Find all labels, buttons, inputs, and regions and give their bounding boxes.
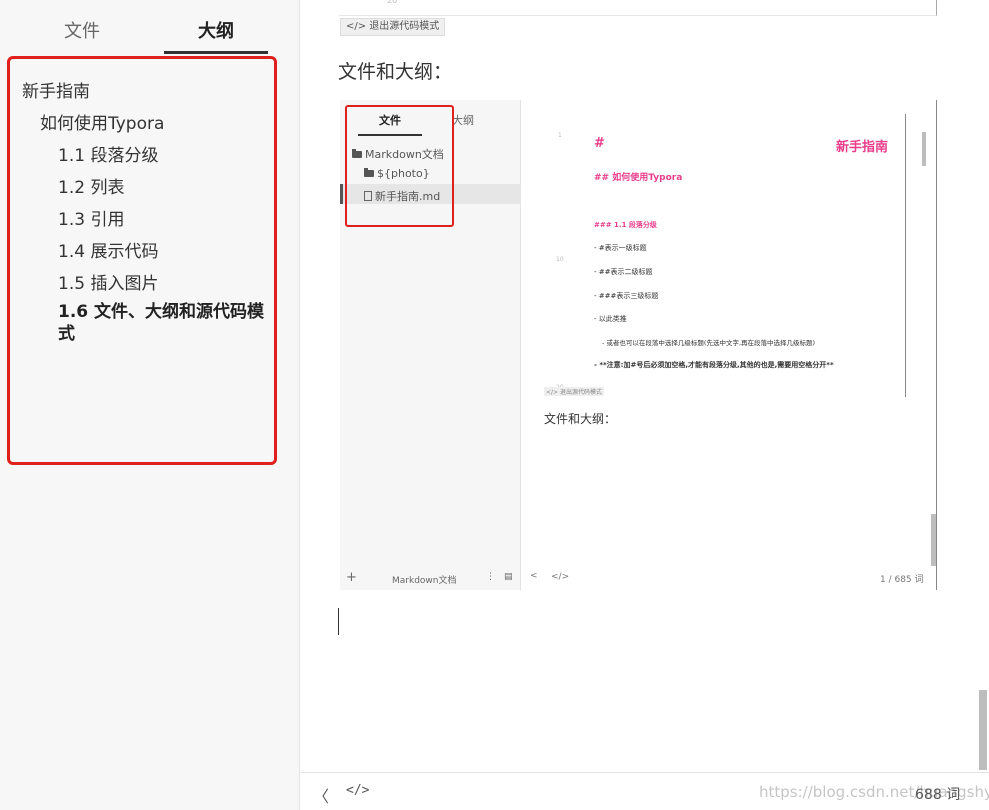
md-h2: ## 如何使用Typora xyxy=(594,173,683,183)
line-number: 1 xyxy=(558,132,562,139)
add-icon: + xyxy=(346,570,357,585)
md-line: - ###表示三级标题 xyxy=(594,292,659,300)
status-bar: 〈 </> https://blog.csdn.net/huangshy 688… xyxy=(301,772,989,810)
back-icon[interactable]: 〈 xyxy=(313,783,329,807)
tab-file[interactable]: 文件 xyxy=(30,18,134,54)
outline-item-1-2[interactable]: 1.2 列表 xyxy=(58,173,124,198)
embedded-folder-label: Markdown文档 xyxy=(392,576,457,586)
more-icon: ⋮ xyxy=(486,572,495,582)
embedded-sidebar-footer: + Markdown文档 ⋮ ▤ xyxy=(340,568,521,590)
back-icon: < xyxy=(530,571,538,581)
embedded-sidebar: 文件 大纲 Markdown文档 ${photo} 新手指南.md + Mark… xyxy=(340,100,521,590)
embedded-scrollbar-thumb xyxy=(931,514,936,566)
outline-item-1-3[interactable]: 1.3 引用 xyxy=(58,205,124,230)
md-line: - **注意:加#号后必须加空格,才能有段落分级,其他的也是,需要用空格分开** xyxy=(594,361,834,369)
embedded-tab-outline: 大纲 xyxy=(452,114,474,127)
md-h1-marker: # xyxy=(594,136,605,151)
md-line: - ##表示二级标题 xyxy=(594,268,653,276)
outline-item-1-6-active[interactable]: 1.6 文件、大纲和源代码模式 xyxy=(58,301,268,345)
embedded-highlight-frame xyxy=(345,105,454,227)
code-icon: </> xyxy=(551,572,570,582)
outline-item-h2[interactable]: 如何使用Typora xyxy=(40,109,164,134)
md-line: - #表示一级标题 xyxy=(594,244,647,252)
text-cursor xyxy=(338,608,339,635)
editor-area: 20 </> 退出源代码模式 文件和大纲： 文件 大纲 Markdown文档 $… xyxy=(301,0,989,810)
embedded-screenshot: 文件 大纲 Markdown文档 ${photo} 新手指南.md + Mark… xyxy=(340,100,937,590)
line-number: 20 xyxy=(387,0,398,5)
outline-item-1-4[interactable]: 1.4 展示代码 xyxy=(58,237,158,262)
embedded-exit-source-button: </> 退出源代码模式 xyxy=(544,387,604,396)
md-line: - 以此类推 xyxy=(594,315,627,323)
editor-scrollbar-thumb[interactable] xyxy=(979,690,987,770)
md-h1-title: 新手指南 xyxy=(836,140,889,155)
md-line: - 或者也可以在段落中选择几级标题(先选中文字,再在段落中选择几级标题) xyxy=(602,339,816,347)
embedded-editor-footer: < </> 1 / 685 词 xyxy=(522,568,936,590)
exit-source-mode-button[interactable]: </> 退出源代码模式 xyxy=(340,18,446,36)
source-code-toggle-icon[interactable]: </> xyxy=(346,783,369,798)
tab-outline[interactable]: 大纲 xyxy=(164,18,268,54)
embedded-editor: 1 # 新手指南 ## 如何使用Typora ### 1.1 段落分级 - #表… xyxy=(522,100,936,590)
embedded-word-count: 1 / 685 词 xyxy=(880,575,924,585)
embedded-scrollbar xyxy=(922,132,926,166)
embedded-caption: 文件和大纲： xyxy=(544,412,617,426)
word-count[interactable]: 688 词 xyxy=(915,784,960,804)
code-block-edge xyxy=(339,0,937,16)
line-number: 10 xyxy=(556,256,564,263)
embedded-selected-marker xyxy=(340,184,343,204)
outline-item-1-1[interactable]: 1.1 段落分级 xyxy=(58,141,158,166)
md-h3: ### 1.1 段落分级 xyxy=(594,221,657,229)
paragraph-caption: 文件和大纲： xyxy=(338,61,453,83)
outline-item-h1[interactable]: 新手指南 xyxy=(22,77,90,102)
sidebar: 文件 大纲 新手指南 如何使用Typora 1.1 段落分级 1.2 列表 1.… xyxy=(0,0,300,810)
outline-item-1-5[interactable]: 1.5 插入图片 xyxy=(58,269,158,294)
embedded-source-block: 1 # 新手指南 ## 如何使用Typora ### 1.1 段落分级 - #表… xyxy=(542,114,926,397)
list-icon: ▤ xyxy=(504,572,513,582)
